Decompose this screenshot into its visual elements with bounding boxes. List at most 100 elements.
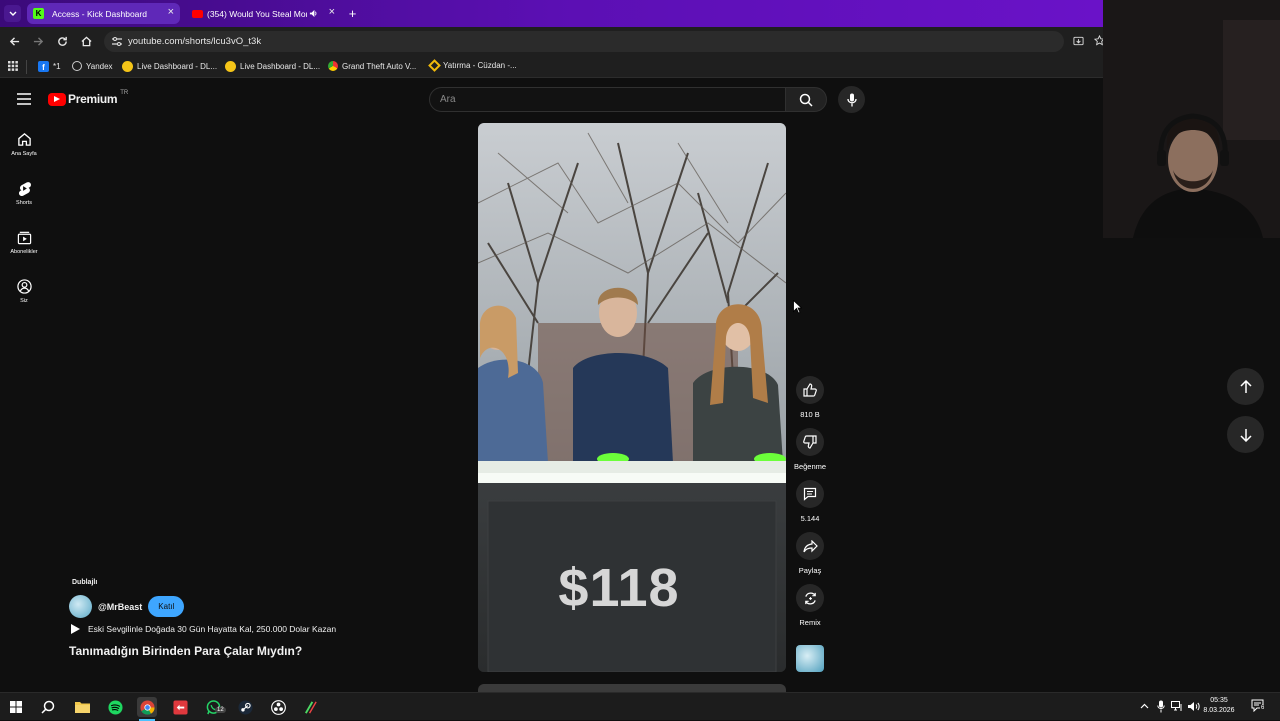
- new-tab-button[interactable]: +: [344, 5, 361, 22]
- voice-search-button[interactable]: [838, 86, 865, 113]
- chevron-down-icon: [9, 11, 16, 16]
- facebook-icon: f: [38, 61, 49, 72]
- taskbar-spotify[interactable]: [105, 697, 125, 717]
- logo-text: Premium: [68, 92, 118, 106]
- forward-arrow-icon[interactable]: [33, 36, 44, 47]
- reload-icon[interactable]: [57, 36, 68, 47]
- home-icon: [17, 133, 31, 146]
- sidebar-item-shorts[interactable]: Shorts: [0, 181, 48, 206]
- subscriptions-icon: [17, 231, 31, 245]
- taskbar-file-explorer[interactable]: [72, 697, 92, 717]
- taskbar-chrome[interactable]: [137, 697, 157, 717]
- remix-button[interactable]: Remix: [795, 584, 825, 627]
- network-icon[interactable]: [1171, 701, 1183, 712]
- tab-kick-dashboard[interactable]: K Access - Kick Dashboard ×: [27, 3, 180, 24]
- sidebar-item-label: Ana Sayfa: [11, 151, 37, 157]
- audio-thumbnail[interactable]: [796, 645, 824, 672]
- taskbar-search-button[interactable]: [38, 697, 58, 717]
- join-button[interactable]: Katıl: [148, 596, 185, 617]
- tab-youtube-short[interactable]: (354) Would You Steal Mon ×: [186, 3, 341, 24]
- bookmark-live-dashboard-1[interactable]: Live Dashboard - DL...: [122, 61, 217, 72]
- rockstar-icon: [328, 61, 338, 71]
- search-input[interactable]: Ara: [429, 87, 786, 112]
- bookmark-gta[interactable]: Grand Theft Auto V...: [328, 61, 416, 71]
- taskbar-steam[interactable]: [235, 697, 255, 717]
- microphone-icon: [846, 93, 857, 106]
- previous-short-button[interactable]: [1227, 368, 1264, 405]
- audio-playing-icon[interactable]: [309, 9, 318, 18]
- sidebar-item-subscriptions[interactable]: Abonelikler: [0, 230, 48, 255]
- chevron-up-icon[interactable]: [1140, 703, 1149, 709]
- taskbar-app-extra[interactable]: [300, 697, 320, 717]
- channel-avatar[interactable]: [69, 595, 92, 618]
- sidebar-item-home[interactable]: Ana Sayfa: [0, 132, 48, 157]
- globe-icon: [72, 61, 82, 71]
- bookmark-wallet[interactable]: Yatırma - Cüzdan -...: [428, 59, 517, 72]
- address-bar[interactable]: youtube.com/shorts/lcu3vO_t3k: [104, 31, 1105, 52]
- obs-icon: [270, 699, 286, 715]
- next-short-button[interactable]: [1227, 416, 1264, 453]
- spotify-icon: [107, 699, 123, 715]
- binance-icon: [428, 59, 441, 72]
- region-code: TR: [120, 90, 129, 96]
- youtube-favicon-icon: [192, 9, 203, 18]
- short-video-player[interactable]: $118: [478, 123, 786, 672]
- back-arrow-icon[interactable]: [9, 36, 20, 47]
- search-button[interactable]: [785, 87, 827, 112]
- sidebar-item-label: Abonelikler: [10, 249, 38, 255]
- bookmark-label: Live Dashboard - DL...: [240, 62, 321, 71]
- youtube-premium-logo[interactable]: Premium TR: [48, 90, 129, 106]
- bookmark-label: Grand Theft Auto V...: [342, 61, 417, 71]
- apps-grid-icon[interactable]: [8, 61, 18, 71]
- share-icon: [802, 539, 818, 552]
- remix-icon: [804, 591, 816, 605]
- browser-toolbar: youtube.com/shorts/lcu3vO_t3k: [0, 27, 1105, 56]
- close-tab-icon[interactable]: ×: [329, 6, 335, 18]
- search-icon: [799, 93, 813, 107]
- volume-icon[interactable]: [1187, 701, 1200, 712]
- clock[interactable]: 05:35 8.03.2026: [1203, 696, 1235, 716]
- arrow-down-icon: [1239, 428, 1252, 442]
- clock-time: 05:35: [1210, 697, 1228, 704]
- thumbs-down-icon: [803, 435, 817, 449]
- tab-strip: K Access - Kick Dashboard × (354) Would …: [0, 0, 1103, 27]
- youtube-app: Premium TR Ara Ana Sayfa Shorts Abonelik…: [0, 79, 1103, 692]
- sidebar-item-label: Shorts: [16, 200, 32, 206]
- url-text: youtube.com/shorts/lcu3vO_t3k: [128, 36, 262, 47]
- home-icon[interactable]: [81, 36, 92, 47]
- sidebar-item-you[interactable]: Siz: [0, 279, 48, 304]
- playlist-link[interactable]: Eski Sevgilinle Doğada 30 Gün Hayatta Ka…: [71, 624, 336, 634]
- comments-button[interactable]: 5.144: [795, 480, 825, 523]
- notification-count: 6: [1260, 705, 1266, 711]
- next-short-preview[interactable]: [478, 684, 786, 692]
- like-count: 810 B: [800, 410, 820, 419]
- taskbar-whatsapp[interactable]: 12: [203, 697, 226, 717]
- microphone-icon[interactable]: [1157, 700, 1165, 713]
- share-button[interactable]: Paylaş: [795, 532, 825, 575]
- youtube-play-logo-icon: [48, 92, 66, 106]
- like-button[interactable]: 810 B: [795, 376, 825, 419]
- bookmark-live-dashboard-2[interactable]: Live Dashboard - DL...: [225, 61, 320, 72]
- clock-date: 8.03.2026: [1203, 707, 1235, 714]
- bookmark-yandex[interactable]: Yandex: [72, 61, 113, 71]
- taskbar-obs[interactable]: [268, 697, 288, 717]
- arrow-up-icon: [1239, 379, 1252, 393]
- close-tab-icon[interactable]: ×: [168, 6, 174, 18]
- channel-name[interactable]: @MrBeast: [98, 602, 142, 612]
- dislike-button[interactable]: Beğenme: [794, 428, 826, 471]
- account-icon: [16, 279, 32, 294]
- site-info-icon[interactable]: [112, 37, 122, 46]
- install-app-icon[interactable]: [1073, 36, 1084, 46]
- tab-search-button[interactable]: [4, 5, 21, 22]
- media-app-icon: [172, 699, 188, 715]
- taskbar-media-app[interactable]: [170, 697, 190, 717]
- bookmark-label: *1: [53, 62, 61, 71]
- chrome-icon: [139, 699, 155, 715]
- bookmark-facebook[interactable]: f *1: [38, 61, 61, 72]
- notification-center-button[interactable]: 6: [1251, 699, 1266, 717]
- short-title[interactable]: Tanımadığın Birinden Para Çalar Mıydın?: [69, 644, 302, 658]
- share-label: Paylaş: [798, 566, 822, 575]
- menu-hamburger-icon[interactable]: [17, 93, 31, 105]
- start-button[interactable]: [6, 697, 26, 717]
- windows-taskbar: 12 05:35 8.03.2026 6: [0, 692, 1280, 721]
